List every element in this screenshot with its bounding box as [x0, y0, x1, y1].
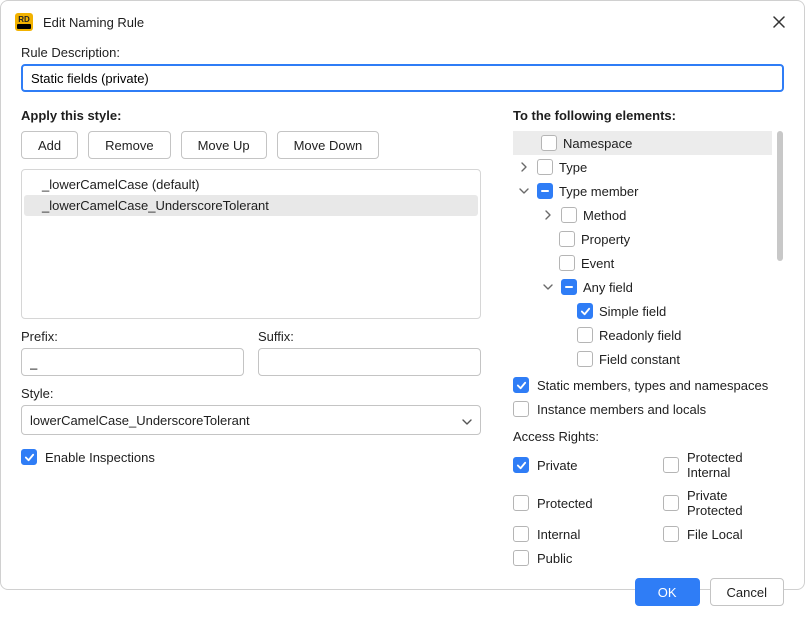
- checkbox-icon: [663, 457, 679, 473]
- chevron-right-icon[interactable]: [517, 160, 531, 174]
- close-icon: [773, 16, 785, 28]
- suffix-input[interactable]: [258, 348, 481, 376]
- apply-style-heading: Apply this style:: [21, 108, 481, 123]
- access-public-checkbox[interactable]: Public: [513, 550, 653, 566]
- list-item[interactable]: _lowerCamelCase_UnderscoreTolerant: [24, 195, 478, 216]
- prefix-input[interactable]: [21, 348, 244, 376]
- chevron-right-icon[interactable]: [541, 208, 555, 222]
- checkbox-icon[interactable]: [561, 207, 577, 223]
- checkbox-icon: [513, 457, 529, 473]
- checkbox-icon[interactable]: [577, 327, 593, 343]
- edit-naming-rule-dialog: RD Edit Naming Rule Rule Description: Ap…: [0, 0, 805, 590]
- checkbox-icon[interactable]: [577, 303, 593, 319]
- tree-row-event[interactable]: Event: [513, 251, 772, 275]
- style-label: Style:: [21, 386, 481, 401]
- elements-heading: To the following elements:: [513, 108, 784, 123]
- tree-row-property[interactable]: Property: [513, 227, 772, 251]
- rule-description-input[interactable]: [21, 64, 784, 92]
- access-protected-checkbox[interactable]: Protected: [513, 488, 653, 518]
- checkbox-icon: [513, 526, 529, 542]
- checkbox-icon: [513, 377, 529, 393]
- chevron-down-icon: [462, 415, 472, 425]
- tree-row-namespace[interactable]: Namespace: [513, 131, 772, 155]
- tree-row-readonly-field[interactable]: Readonly field: [513, 323, 772, 347]
- dialog-footer: OK Cancel: [1, 566, 804, 622]
- checkbox-indeterminate-icon[interactable]: [561, 279, 577, 295]
- checkbox-icon[interactable]: [559, 231, 575, 247]
- checkbox-icon: [513, 495, 529, 511]
- style-select[interactable]: lowerCamelCase_UnderscoreTolerant: [21, 405, 481, 435]
- checkbox-icon[interactable]: [541, 135, 557, 151]
- tree-row-type[interactable]: Type: [513, 155, 772, 179]
- checkbox-icon: [663, 526, 679, 542]
- checkbox-icon: [21, 449, 37, 465]
- list-item[interactable]: _lowerCamelCase (default): [24, 174, 478, 195]
- rule-description-label: Rule Description:: [21, 45, 784, 60]
- access-private-checkbox[interactable]: Private: [513, 450, 653, 480]
- checkbox-icon[interactable]: [577, 351, 593, 367]
- tree-row-method[interactable]: Method: [513, 203, 772, 227]
- add-button[interactable]: Add: [21, 131, 78, 159]
- style-select-value: lowerCamelCase_UnderscoreTolerant: [30, 413, 250, 428]
- cancel-button[interactable]: Cancel: [710, 578, 784, 606]
- checkbox-icon[interactable]: [559, 255, 575, 271]
- ok-button[interactable]: OK: [635, 578, 700, 606]
- app-icon: RD: [15, 13, 33, 31]
- static-members-checkbox[interactable]: Static members, types and namespaces: [513, 377, 784, 393]
- remove-button[interactable]: Remove: [88, 131, 170, 159]
- instance-members-checkbox[interactable]: Instance members and locals: [513, 401, 784, 417]
- tree-row-field-constant[interactable]: Field constant: [513, 347, 772, 369]
- window-title: Edit Naming Rule: [43, 15, 768, 30]
- elements-tree[interactable]: Namespace Type Type member: [513, 131, 784, 369]
- move-up-button[interactable]: Move Up: [181, 131, 267, 159]
- access-internal-checkbox[interactable]: Internal: [513, 526, 653, 542]
- suffix-label: Suffix:: [258, 329, 481, 344]
- access-file-local-checkbox[interactable]: File Local: [663, 526, 784, 542]
- access-rights-label: Access Rights:: [513, 429, 784, 444]
- titlebar: RD Edit Naming Rule: [1, 1, 804, 39]
- move-down-button[interactable]: Move Down: [277, 131, 380, 159]
- tree-scrollbar[interactable]: [776, 131, 784, 369]
- tree-row-any-field[interactable]: Any field: [513, 275, 772, 299]
- enable-inspections-checkbox[interactable]: Enable Inspections: [21, 449, 481, 465]
- prefix-label: Prefix:: [21, 329, 244, 344]
- checkbox-indeterminate-icon[interactable]: [537, 183, 553, 199]
- tree-row-type-member[interactable]: Type member: [513, 179, 772, 203]
- chevron-down-icon[interactable]: [541, 280, 555, 294]
- tree-row-simple-field[interactable]: Simple field: [513, 299, 772, 323]
- enable-inspections-label: Enable Inspections: [45, 450, 155, 465]
- chevron-down-icon[interactable]: [517, 184, 531, 198]
- checkbox-icon: [513, 401, 529, 417]
- checkbox-icon: [663, 495, 679, 511]
- close-button[interactable]: [768, 11, 790, 33]
- dialog-content: Rule Description: Apply this style: Add …: [1, 39, 804, 566]
- access-private-protected-checkbox[interactable]: Private Protected: [663, 488, 784, 518]
- styles-listbox[interactable]: _lowerCamelCase (default) _lowerCamelCas…: [21, 169, 481, 319]
- checkbox-icon: [513, 550, 529, 566]
- access-protected-internal-checkbox[interactable]: Protected Internal: [663, 450, 784, 480]
- checkbox-icon[interactable]: [537, 159, 553, 175]
